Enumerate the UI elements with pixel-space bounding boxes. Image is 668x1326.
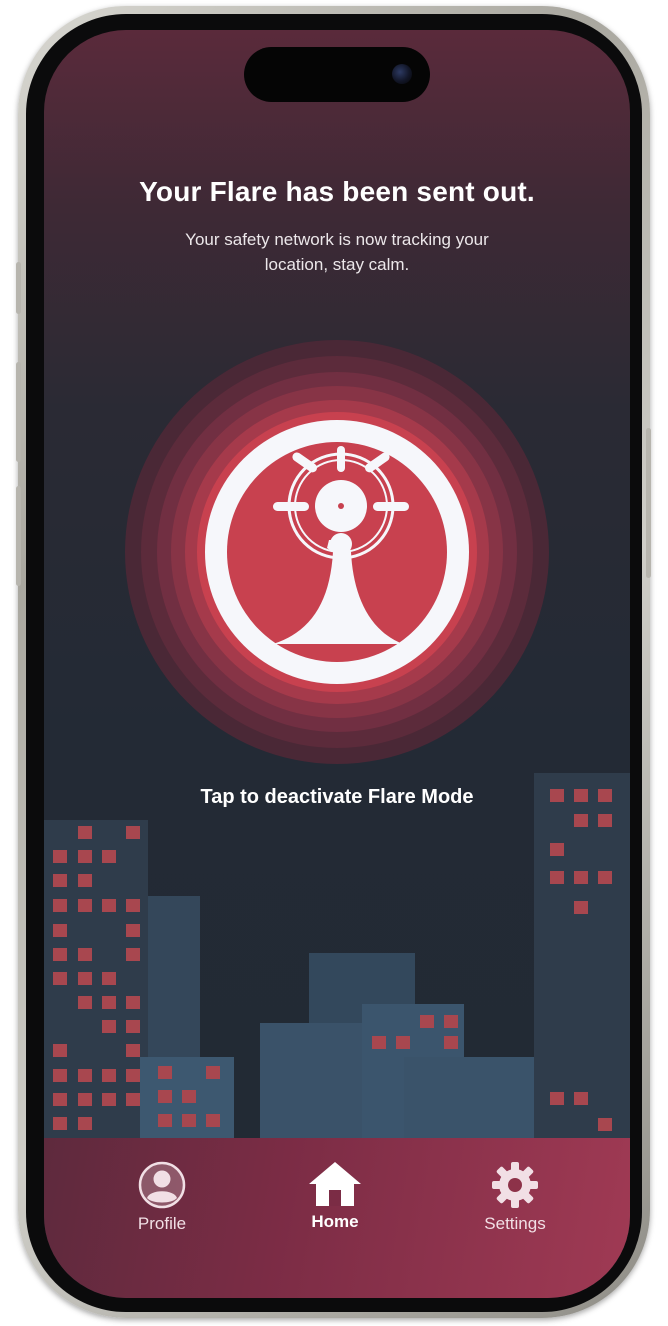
bottom-navigation: Profile Home Settings <box>44 1138 630 1298</box>
profile-icon <box>138 1161 186 1209</box>
alert-headline: Your Flare has been sent out. <box>139 176 535 207</box>
flare-deactivate-button[interactable] <box>115 330 559 774</box>
nav-profile-label: Profile <box>137 1214 187 1233</box>
nav-home[interactable]: Home <box>270 1160 400 1250</box>
nav-settings-label: Settings <box>484 1214 546 1233</box>
app-screen: Your Flare has been sent out. Your safet… <box>44 30 630 1298</box>
window-lights <box>53 789 612 1131</box>
volume-down-button <box>16 486 21 586</box>
power-button <box>646 428 651 578</box>
building-right-tall <box>534 773 630 1198</box>
deactivate-instruction: Tap to deactivate Flare Mode <box>200 786 474 808</box>
dynamic-island <box>244 47 430 102</box>
front-camera <box>392 64 412 84</box>
volume-up-button <box>16 362 21 462</box>
nav-settings[interactable]: Settings <box>450 1160 580 1250</box>
alert-subtext: Your safety network is now tracking your… <box>185 230 489 274</box>
home-icon <box>309 1162 361 1206</box>
action-button <box>16 262 21 314</box>
gear-icon <box>492 1162 538 1208</box>
nav-home-label: Home <box>311 1212 359 1231</box>
flare-beacon-icon <box>125 340 549 764</box>
nav-profile[interactable]: Profile <box>97 1160 227 1250</box>
